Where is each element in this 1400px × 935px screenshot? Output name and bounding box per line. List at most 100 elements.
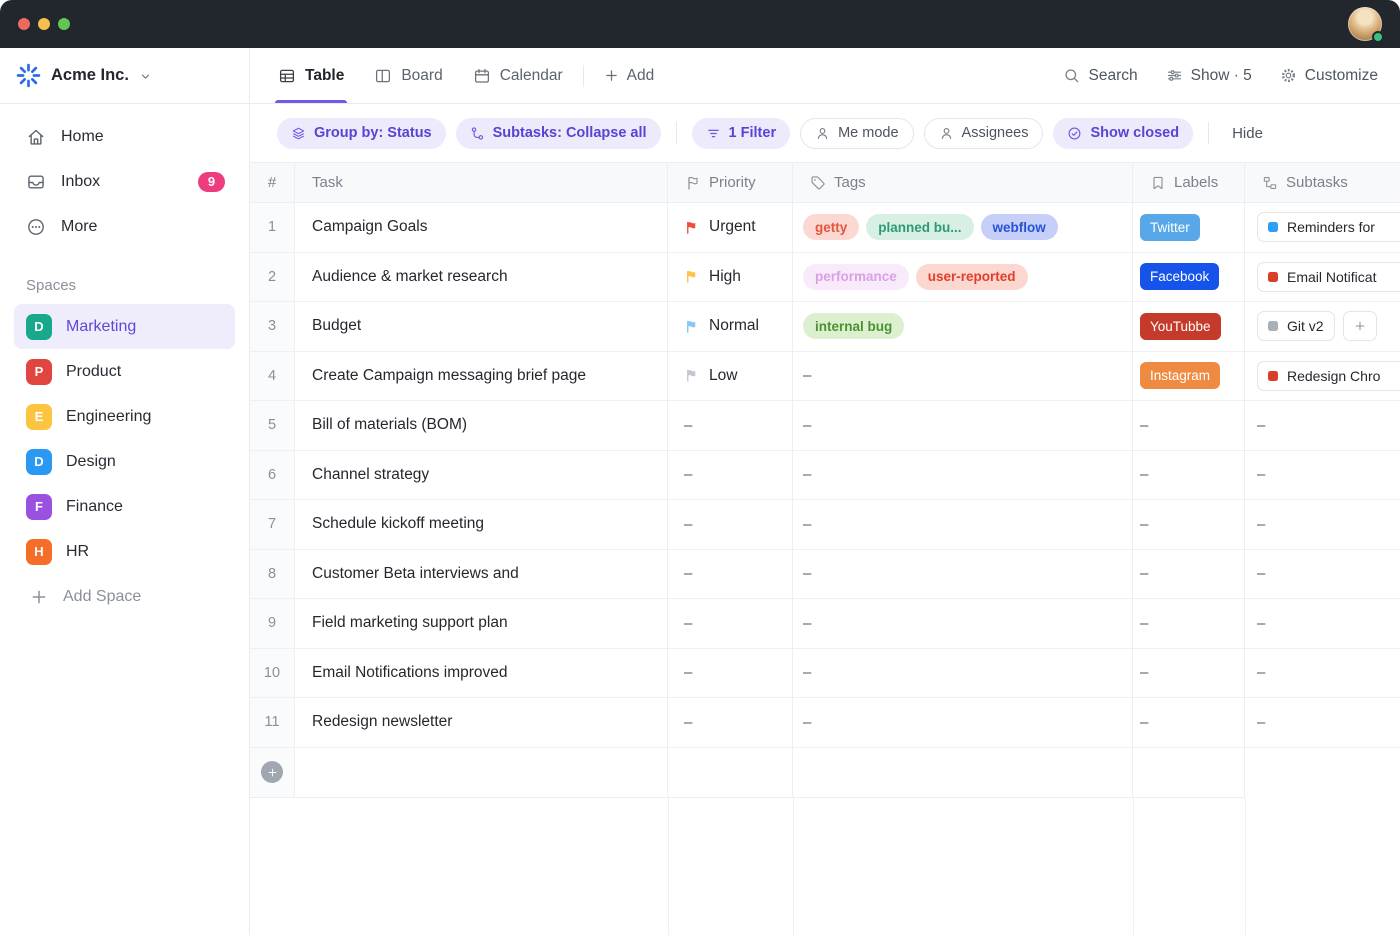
add-view-button[interactable]: Add: [604, 48, 655, 103]
tab-calendar[interactable]: Calendar: [473, 48, 563, 103]
add-task-button[interactable]: [261, 761, 283, 783]
subtask-chip[interactable]: Redesign Chro: [1257, 361, 1400, 391]
subtask-chip[interactable]: Git v2: [1257, 311, 1335, 341]
tags-cell[interactable]: –: [793, 401, 1133, 450]
label-instagram[interactable]: Instagram: [1140, 362, 1220, 389]
task-name-cell[interactable]: Campaign Goals: [295, 203, 668, 252]
search-button[interactable]: Search: [1063, 67, 1137, 85]
priority-cell[interactable]: –: [668, 500, 793, 549]
sidebar-space-design[interactable]: DDesign: [14, 439, 235, 484]
label-facebook[interactable]: Facebook: [1140, 263, 1219, 290]
subtasks-cell[interactable]: Reminders for: [1245, 203, 1400, 252]
labels-cell[interactable]: –: [1133, 550, 1245, 599]
sidebar-space-finance[interactable]: FFinance: [14, 484, 235, 529]
tags-cell[interactable]: –: [793, 599, 1133, 648]
task-name-cell[interactable]: Channel strategy: [295, 451, 668, 500]
hide-button[interactable]: Hide: [1232, 125, 1263, 142]
me-mode-pill[interactable]: Me mode: [800, 118, 913, 149]
close-window-button[interactable]: [18, 18, 30, 30]
group-by-pill[interactable]: Group by: Status: [277, 118, 446, 149]
priority-cell[interactable]: Urgent: [668, 203, 793, 252]
subtasks-cell[interactable]: –: [1245, 649, 1400, 698]
labels-cell[interactable]: Facebook: [1133, 253, 1245, 302]
tags-cell[interactable]: –: [793, 352, 1133, 401]
workspace-switcher[interactable]: Acme Inc.: [0, 48, 249, 104]
customize-button[interactable]: Customize: [1280, 67, 1378, 85]
subtask-chip[interactable]: Email Notificat: [1257, 262, 1400, 292]
subtasks-cell[interactable]: Git v2: [1245, 302, 1400, 351]
task-name-cell[interactable]: Budget: [295, 302, 668, 351]
labels-cell[interactable]: –: [1133, 649, 1245, 698]
tag-internal-bug[interactable]: internal bug: [803, 313, 904, 339]
tags-cell[interactable]: performance user-reported: [793, 253, 1133, 302]
assignees-pill[interactable]: Assignees: [924, 118, 1044, 149]
subtasks-collapse-pill[interactable]: Subtasks: Collapse all: [456, 118, 661, 149]
label-youtubbe[interactable]: YouTubbe: [1140, 313, 1221, 340]
minimize-window-button[interactable]: [38, 18, 50, 30]
task-name-cell[interactable]: Customer Beta interviews and: [295, 550, 668, 599]
priority-cell[interactable]: Low: [668, 352, 793, 401]
task-name-cell[interactable]: Schedule kickoff meeting: [295, 500, 668, 549]
labels-cell[interactable]: –: [1133, 451, 1245, 500]
tag-user-reported[interactable]: user-reported: [916, 264, 1028, 290]
subtasks-cell[interactable]: –: [1245, 401, 1400, 450]
tag-performance[interactable]: performance: [803, 264, 909, 290]
tags-cell[interactable]: –: [793, 698, 1133, 747]
tab-table[interactable]: Table: [278, 48, 344, 103]
sidebar-item-inbox[interactable]: Inbox9: [0, 159, 249, 204]
maximize-window-button[interactable]: [58, 18, 70, 30]
tags-cell[interactable]: –: [793, 649, 1133, 698]
subtasks-cell[interactable]: Redesign Chro: [1245, 352, 1400, 401]
tab-board[interactable]: Board: [374, 48, 442, 103]
tag-planned-bu[interactable]: planned bu...: [866, 214, 973, 240]
show-closed-pill[interactable]: Show closed: [1053, 118, 1193, 149]
label-twitter[interactable]: Twitter: [1140, 214, 1200, 241]
tags-cell[interactable]: –: [793, 550, 1133, 599]
tags-cell[interactable]: –: [793, 451, 1133, 500]
tag-getty[interactable]: getty: [803, 214, 859, 240]
tags-cell[interactable]: getty planned bu... webflow: [793, 203, 1133, 252]
column-header-priority[interactable]: Priority: [668, 163, 793, 202]
sidebar-space-hr[interactable]: HHR: [14, 529, 235, 574]
task-name-cell[interactable]: Bill of materials (BOM): [295, 401, 668, 450]
subtasks-cell[interactable]: –: [1245, 698, 1400, 747]
labels-cell[interactable]: –: [1133, 500, 1245, 549]
empty-cell[interactable]: [295, 748, 668, 798]
column-header-subtasks[interactable]: Subtasks: [1245, 163, 1400, 202]
labels-cell[interactable]: –: [1133, 698, 1245, 747]
labels-cell[interactable]: YouTubbe: [1133, 302, 1245, 351]
labels-cell[interactable]: –: [1133, 401, 1245, 450]
add-space-button[interactable]: Add Space: [14, 574, 235, 619]
subtasks-cell[interactable]: Email Notificat: [1245, 253, 1400, 302]
show-button[interactable]: Show · 5: [1166, 67, 1252, 85]
subtasks-cell[interactable]: –: [1245, 550, 1400, 599]
labels-cell[interactable]: –: [1133, 599, 1245, 648]
tag-webflow[interactable]: webflow: [981, 214, 1058, 240]
priority-cell[interactable]: –: [668, 401, 793, 450]
column-header-labels[interactable]: Labels: [1133, 163, 1245, 202]
priority-cell[interactable]: –: [668, 698, 793, 747]
subtasks-cell[interactable]: –: [1245, 451, 1400, 500]
priority-cell[interactable]: –: [668, 649, 793, 698]
add-subtask-button[interactable]: [1343, 311, 1377, 341]
priority-cell[interactable]: High: [668, 253, 793, 302]
task-name-cell[interactable]: Create Campaign messaging brief page: [295, 352, 668, 401]
labels-cell[interactable]: Twitter: [1133, 203, 1245, 252]
task-name-cell[interactable]: Field marketing support plan: [295, 599, 668, 648]
column-header-tags[interactable]: Tags: [793, 163, 1133, 202]
labels-cell[interactable]: Instagram: [1133, 352, 1245, 401]
priority-cell[interactable]: Normal: [668, 302, 793, 351]
subtasks-cell[interactable]: –: [1245, 599, 1400, 648]
sidebar-item-home[interactable]: Home: [0, 114, 249, 159]
column-header-task[interactable]: Task: [295, 163, 668, 202]
priority-cell[interactable]: –: [668, 451, 793, 500]
subtasks-cell[interactable]: –: [1245, 500, 1400, 549]
sidebar-space-engineering[interactable]: EEngineering: [14, 394, 235, 439]
sidebar-space-marketing[interactable]: DMarketing: [14, 304, 235, 349]
tags-cell[interactable]: –: [793, 500, 1133, 549]
filter-pill[interactable]: 1 Filter: [692, 118, 791, 149]
priority-cell[interactable]: –: [668, 550, 793, 599]
tags-cell[interactable]: internal bug: [793, 302, 1133, 351]
task-name-cell[interactable]: Redesign newsletter: [295, 698, 668, 747]
priority-cell[interactable]: –: [668, 599, 793, 648]
